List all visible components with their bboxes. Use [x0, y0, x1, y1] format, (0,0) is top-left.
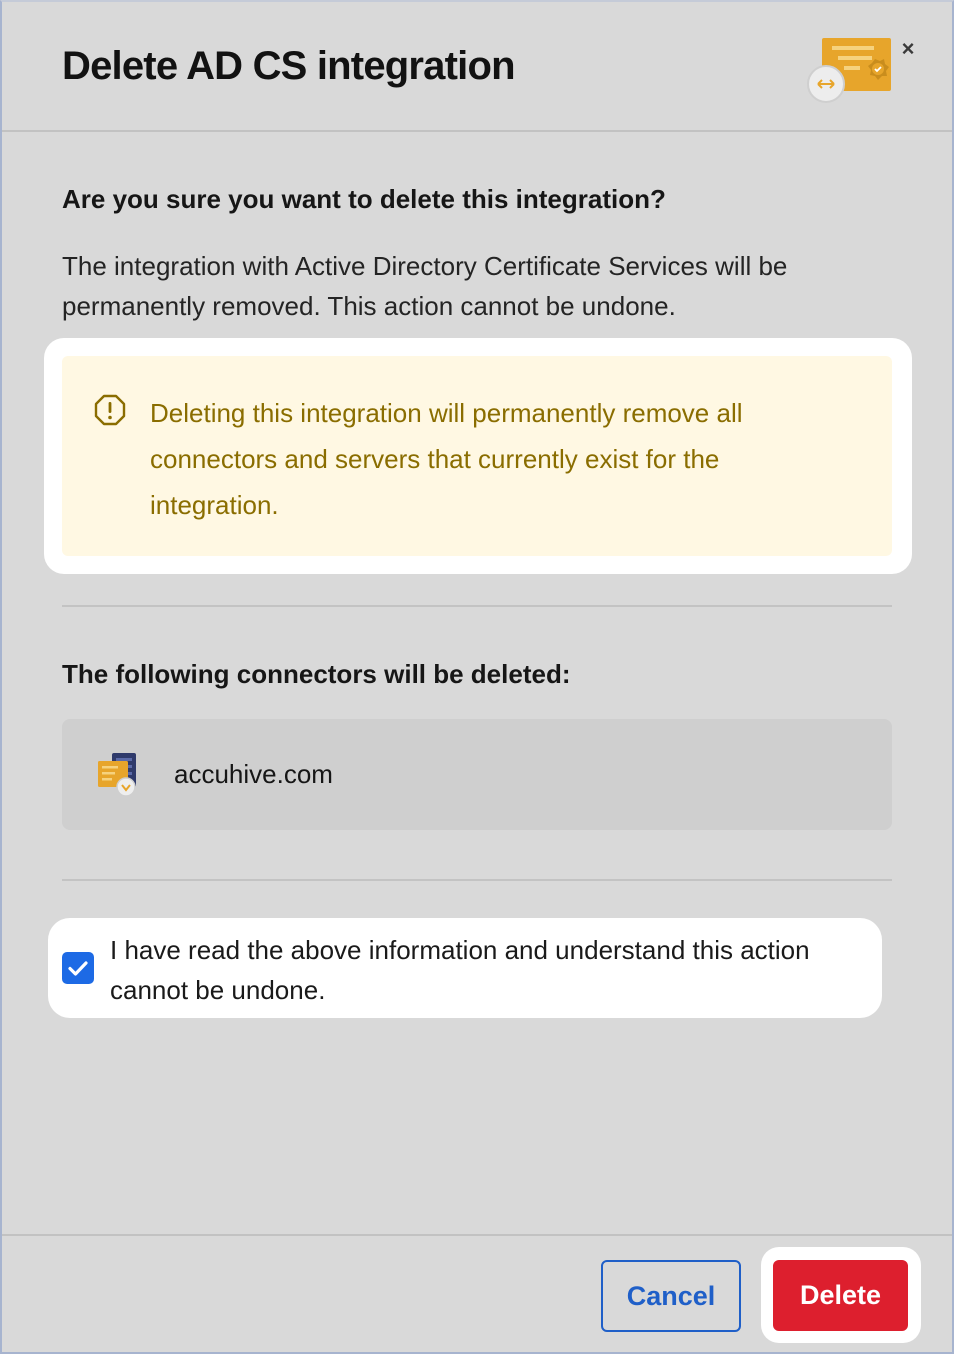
warning-text: Deleting this integration will permanent…: [150, 398, 743, 520]
certificate-integration-icon: [807, 38, 891, 103]
acknowledge-checkbox[interactable]: [62, 952, 94, 984]
footer-divider: [2, 1234, 952, 1236]
delete-button[interactable]: Delete: [773, 1260, 908, 1331]
acknowledge-label[interactable]: I have read the above information and un…: [110, 930, 880, 1010]
checkmark-icon: [68, 961, 88, 976]
certificate-server-icon: [98, 753, 136, 797]
modal-title: Delete AD CS integration: [62, 44, 516, 88]
confirm-question: Are you sure you want to delete this int…: [62, 184, 666, 214]
section-divider: [62, 605, 892, 607]
warning-banner: Deleting this integration will permanent…: [62, 356, 892, 556]
confirm-description: The integration with Active Directory Ce…: [62, 251, 788, 321]
close-button[interactable]: ×: [895, 36, 921, 62]
connector-list-item: accuhive.com: [62, 719, 892, 830]
warning-highlight: Deleting this integration will permanent…: [44, 338, 912, 574]
connector-name: accuhive.com: [174, 759, 333, 789]
delete-button-highlight: Delete: [761, 1247, 921, 1343]
section-divider: [62, 879, 892, 881]
modal-header: Delete AD CS integration ×: [2, 2, 952, 132]
delete-integration-modal: Delete AD CS integration × Are you sure …: [0, 0, 954, 1354]
alert-circle-icon: [94, 394, 126, 426]
connectors-heading: The following connectors will be deleted…: [62, 659, 571, 689]
acknowledgement-highlight: I have read the above information and un…: [48, 918, 882, 1018]
cancel-button[interactable]: Cancel: [601, 1260, 741, 1332]
